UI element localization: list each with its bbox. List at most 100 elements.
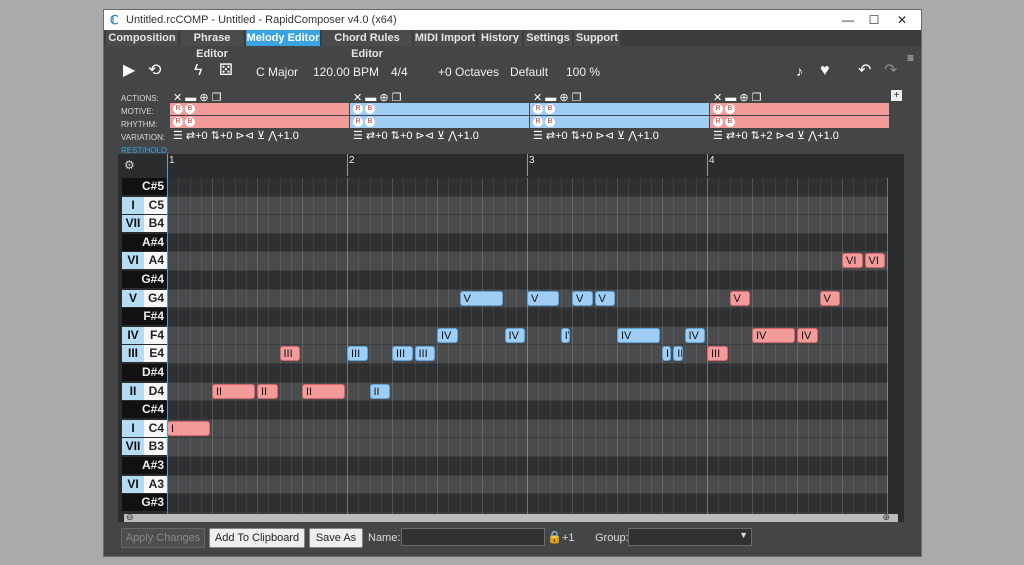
name-input[interactable]	[401, 528, 545, 546]
piano-key-a-sharp3[interactable]: A#3	[122, 457, 167, 474]
melody-note[interactable]: IV	[752, 327, 795, 343]
melody-note[interactable]: III	[279, 346, 300, 362]
motive-lane[interactable]: RB	[350, 103, 529, 115]
zoom-out-icon[interactable]: ⊖	[126, 512, 134, 523]
melody-note[interactable]: V	[572, 290, 593, 306]
motive-b-pill[interactable]: B	[185, 104, 195, 114]
melody-note[interactable]: III	[707, 346, 728, 362]
melody-note[interactable]: III	[414, 346, 435, 362]
loop-icon[interactable]: ⟲	[148, 63, 161, 79]
tab-midi-import[interactable]: MIDI Import	[414, 30, 476, 46]
bar-ruler[interactable]: 1 2 3 4	[167, 154, 888, 176]
close-button[interactable]: ✕	[889, 12, 915, 28]
motive-segment[interactable]: ✕ ▬ ⊕ ❐ R B R B ☰ ⇄+0 ⇅+0 ⊳⊲ ⊻ ⋀+1.0	[530, 90, 710, 142]
rhythm-b-pill[interactable]: B	[365, 117, 375, 127]
melody-note[interactable]: II	[302, 383, 345, 399]
key-selector[interactable]: C Major	[256, 65, 298, 79]
melody-note[interactable]: VI	[864, 253, 885, 269]
piano-key-c-sharp4[interactable]: C#4	[122, 401, 167, 419]
group-dropdown[interactable]: ▼	[628, 528, 752, 546]
rhythm-lane[interactable]: RB	[350, 116, 529, 128]
melody-note[interactable]: II	[369, 383, 390, 399]
melody-note[interactable]: IV	[504, 327, 525, 343]
piano-key-d4[interactable]: II D4	[122, 382, 167, 400]
heart-icon[interactable]: ♥	[820, 63, 830, 79]
rhythm-r-pill[interactable]: R	[353, 117, 363, 127]
motive-segment[interactable]: ✕ ▬ ⊕ ❐ R B R B ☰ ⇄+0 ⇅+0 ⊳⊲ ⊻ ⋀+1.0	[350, 90, 530, 142]
variation-controls[interactable]: ☰ ⇄+0 ⇅+0 ⊳⊲ ⊻ ⋀+1.0	[353, 129, 479, 142]
horizontal-scrollbar[interactable]: ⊖ ⊕	[124, 512, 898, 523]
melody-note[interactable]: IV	[684, 327, 705, 343]
melody-note[interactable]: V	[729, 290, 750, 306]
gear-icon[interactable]: ⚙	[124, 158, 135, 172]
motive-r-pill[interactable]: R	[533, 104, 543, 114]
piano-key-g4[interactable]: V G4	[122, 289, 167, 307]
piano-key-a4[interactable]: VI A4	[122, 252, 167, 270]
zoom-in-icon[interactable]: ⊕	[882, 512, 890, 523]
piano-key-a3[interactable]: VI A3	[122, 475, 167, 493]
melody-note[interactable]: III	[392, 346, 413, 362]
rhythm-lane[interactable]: RB	[530, 116, 709, 128]
add-to-clipboard-button[interactable]: Add To Clipboard	[209, 528, 305, 548]
minimize-button[interactable]: —	[835, 12, 861, 28]
piano-key-b4[interactable]: VII B4	[122, 215, 167, 233]
piano-key-c4[interactable]: I C4	[122, 419, 167, 437]
tab-melody-editor[interactable]: Melody Editor	[246, 30, 320, 46]
plus-one-label[interactable]: +1	[562, 532, 575, 544]
variation-controls[interactable]: ☰ ⇄+0 ⇅+0 ⊳⊲ ⊻ ⋀+1.0	[173, 129, 299, 142]
piano-key-e4[interactable]: III E4	[122, 345, 167, 363]
melody-note[interactable]: IV	[797, 327, 818, 343]
melody-note[interactable]: III	[662, 346, 672, 362]
motive-lane[interactable]: RB	[710, 103, 889, 115]
motive-r-pill[interactable]: R	[713, 104, 723, 114]
motive-segment[interactable]: ✕ ▬ ⊕ ❐ R B R B ☰ ⇄+0 ⇅+0 ⊳⊲ ⊻ ⋀+1.0	[170, 90, 350, 142]
motive-b-pill[interactable]: B	[725, 104, 735, 114]
melody-note[interactable]: IV	[560, 327, 570, 343]
preset-field[interactable]: Default	[510, 65, 548, 79]
motive-lane[interactable]: RB	[530, 103, 709, 115]
melody-note[interactable]: V	[594, 290, 615, 306]
melody-note[interactable]: I	[167, 420, 210, 436]
piano-key-c-sharp5[interactable]: C#5	[122, 178, 167, 195]
rhythm-b-pill[interactable]: B	[545, 117, 555, 127]
motive-r-pill[interactable]: R	[173, 104, 183, 114]
lock-icon[interactable]: 🔒	[547, 530, 562, 544]
tab-history[interactable]: History	[478, 30, 522, 46]
playhead[interactable]	[167, 166, 168, 510]
melody-note[interactable]: V	[459, 290, 503, 306]
melody-note[interactable]: II	[257, 383, 278, 399]
motive-segment[interactable]: ✕ ▬ ⊕ ❐ R B R B ☰ ⇄+0 ⇅+2 ⊳⊲ ⊻ ⋀+1.0	[710, 90, 890, 142]
tab-composition[interactable]: Composition	[106, 30, 178, 46]
variation-controls[interactable]: ☰ ⇄+0 ⇅+0 ⊳⊲ ⊻ ⋀+1.0	[533, 129, 659, 142]
motive-b-pill[interactable]: B	[545, 104, 555, 114]
octaves-field[interactable]: +0 Octaves	[438, 65, 499, 79]
piano-key-f4[interactable]: IV F4	[122, 326, 167, 344]
rhythm-r-pill[interactable]: R	[533, 117, 543, 127]
tab-support[interactable]: Support	[574, 30, 620, 46]
motive-r-pill[interactable]: R	[353, 104, 363, 114]
melody-note[interactable]: V	[527, 290, 559, 306]
piano-key-b3[interactable]: VII B3	[122, 438, 167, 456]
tempo-field[interactable]: 120.00 BPM	[313, 65, 379, 79]
rhythm-lane[interactable]: RB	[170, 116, 349, 128]
rhythm-lane[interactable]: RB	[710, 116, 889, 128]
piano-key-g-sharp4[interactable]: G#4	[122, 271, 167, 288]
dice-icon[interactable]: ⚄	[219, 63, 233, 79]
save-as-button[interactable]: Save As	[309, 528, 363, 548]
tab-chord-rules-editor[interactable]: Chord Rules Editor	[322, 30, 412, 60]
melody-note[interactable]: VI	[842, 253, 863, 269]
zoom-field[interactable]: 100 %	[566, 65, 600, 79]
rhythm-b-pill[interactable]: B	[185, 117, 195, 127]
melody-note[interactable]: IV	[617, 327, 660, 343]
maximize-button[interactable]: ☐	[861, 12, 887, 28]
melody-note[interactable]: III	[673, 346, 683, 362]
lightning-icon[interactable]: ϟ	[194, 63, 202, 79]
melody-note[interactable]: III	[347, 346, 368, 362]
apply-changes-button[interactable]: Apply Changes	[121, 528, 205, 548]
note-grid[interactable]: IIIIIIIIIIIIIIIIIIIIIIVVIVVIVVVIVIIIIIII…	[167, 178, 888, 514]
piano-key-a-sharp4[interactable]: A#4	[122, 233, 167, 251]
piano-key-d-sharp4[interactable]: D#4	[122, 364, 167, 381]
score-icon[interactable]: ♪	[796, 63, 803, 79]
meter-field[interactable]: 4/4	[391, 65, 408, 79]
melody-note[interactable]: IV	[437, 327, 458, 343]
